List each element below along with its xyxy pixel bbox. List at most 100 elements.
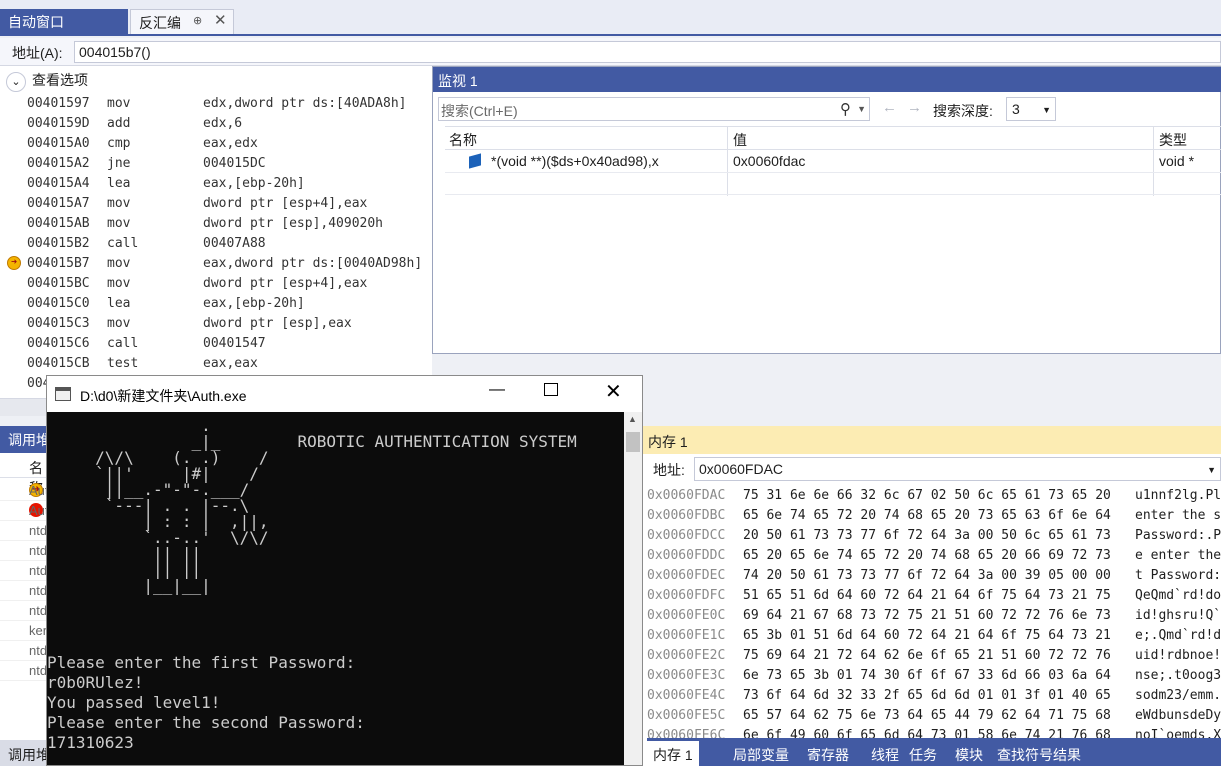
tab-disassembly-label: 反汇编 [139, 15, 181, 31]
memory-ascii: eWdbunsdeDybdquh [1135, 708, 1221, 723]
memory-row[interactable]: 0x0060FE2C 75 69 64 21 72 64 62 6e 6f 65 … [647, 646, 1221, 666]
memory-row[interactable]: 0x0060FDDC 65 20 65 6e 74 65 72 20 74 68 … [647, 546, 1221, 566]
scroll-thumb[interactable] [626, 432, 640, 452]
memory-address-input[interactable]: 0x0060FDAC ▼ [694, 457, 1221, 481]
tab-call-stack[interactable]: 调用堆栈 [0, 740, 50, 766]
column-name[interactable]: 名称 [449, 130, 477, 150]
disassembly-row[interactable]: 004015A0 cmp eax,edx [0, 134, 432, 154]
disassembly-row[interactable]: 004015C6 call 00401547 [0, 334, 432, 354]
memory-row[interactable]: 0x0060FDBC 65 6e 74 65 72 20 74 68 65 20 … [647, 506, 1221, 526]
memory-address: 0x0060FE0C [647, 608, 726, 623]
memory-row[interactable]: 0x0060FDCC 20 50 61 73 73 77 6f 72 64 3a … [647, 526, 1221, 546]
disassembly-row[interactable]: 004015C0 lea eax,[ebp-20h] [0, 294, 432, 314]
call-stack-row[interactable]: ntdll.dll [0, 521, 50, 541]
memory-hex-bytes: 73 6f 64 6d 32 33 2f 65 6d 6d 01 01 3f 0… [743, 688, 1111, 703]
disassembly-row[interactable]: 004015BC mov dword ptr [esp+4],eax [0, 274, 432, 294]
instruction-opcode: call [107, 236, 139, 251]
memory-row[interactable]: 0x0060FE5C 65 57 64 62 75 6e 73 64 65 44 … [647, 706, 1221, 726]
call-stack-row[interactable]: ntdll.dll [0, 661, 50, 681]
disassembly-row[interactable]: 004015CB test eax,eax [0, 354, 432, 374]
call-stack-row[interactable]: kernel32.dll [0, 621, 50, 641]
bottom-tab[interactable]: 寄存器 [801, 741, 855, 766]
close-button[interactable]: ✕ [605, 379, 622, 404]
chevron-down-icon[interactable]: ▼ [857, 104, 866, 114]
memory-row[interactable]: 0x0060FDEC 74 20 50 61 73 73 77 6f 72 64 … [647, 566, 1221, 586]
call-stack-row[interactable]: ntdll.dll [0, 541, 50, 561]
disassembly-row[interactable]: 004015AB mov dword ptr [esp],409020h [0, 214, 432, 234]
address-input[interactable]: 004015b7() [74, 41, 1221, 63]
watch-search-input[interactable]: 搜索(Ctrl+E) ⚲ ▼ [438, 97, 870, 121]
console-line: You passed level1! [47, 693, 221, 712]
bottom-tab[interactable]: 模块 [949, 741, 989, 766]
call-stack-row[interactable]: ntdll.dll [0, 641, 50, 661]
instruction-operands: edx,6 [203, 116, 243, 131]
watch-window: 监视 1 搜索(Ctrl+E) ⚲ ▼ ← → 搜索深度: 3 ▼ 名称 值 类… [432, 66, 1221, 354]
minimize-button[interactable]: — [489, 381, 505, 399]
call-stack-title: 调用堆栈 [0, 426, 50, 453]
memory-row[interactable]: 0x0060FE4C 73 6f 64 6d 32 33 2f 65 6d 6d … [647, 686, 1221, 706]
call-stack-row[interactable]: ntdll.dll [0, 601, 50, 621]
watch-search-placeholder: 搜索(Ctrl+E) [441, 103, 518, 119]
instruction-address: 00401597 [27, 96, 90, 111]
tab-disassembly[interactable]: 反汇编 ⊕ ✕ [130, 9, 234, 34]
memory-hex-bytes: 74 20 50 61 73 73 77 6f 72 64 3a 00 39 0… [743, 568, 1111, 583]
watch-title: 监视 1 [433, 67, 1221, 92]
column-value[interactable]: 值 [733, 130, 747, 150]
memory-row[interactable]: 0x0060FE1C 65 3b 01 51 6d 64 60 72 64 21 … [647, 626, 1221, 646]
chevron-down-icon[interactable]: ⌄ [6, 72, 26, 92]
instruction-address: 004015B7 [27, 256, 90, 271]
disassembly-row[interactable]: 004015A4 lea eax,[ebp-20h] [0, 174, 432, 194]
search-depth-select[interactable]: 3 ▼ [1006, 97, 1056, 121]
memory-row[interactable]: 0x0060FDFC 51 65 51 6d 64 60 72 64 21 64 … [647, 586, 1221, 606]
arrow-left-icon[interactable]: ← [882, 99, 897, 116]
memory-hex-bytes: 65 6e 74 65 72 20 74 68 65 20 73 65 63 6… [743, 508, 1111, 523]
console-title: D:\d0\新建文件夹\Auth.exe [80, 388, 247, 404]
bottom-tab[interactable]: 查找符号结果 [991, 741, 1087, 766]
pin-icon[interactable]: ⊕ [193, 14, 202, 27]
console-scrollbar[interactable]: ▲ [624, 412, 642, 765]
instruction-operands: eax,eax [203, 356, 258, 371]
memory-ascii: Password:.Pleas [1135, 528, 1221, 543]
bottom-tab[interactable]: 局部变量 [727, 741, 795, 766]
call-stack-row[interactable]: Auth.exe [0, 501, 50, 521]
watch-expression[interactable]: *(void **)($ds+0x40ad98),x [491, 153, 659, 169]
console-output[interactable]: . _|_ ROBOTIC AUTHENTICATION SYSTEM /\/\… [47, 412, 624, 765]
instruction-opcode: test [107, 356, 139, 371]
disassembly-row[interactable]: 004015C3 mov dword ptr [esp],eax [0, 314, 432, 334]
watch-row[interactable]: *(void **)($ds+0x40ad98),x 0x0060fdac vo… [445, 151, 1221, 173]
call-stack-row[interactable]: ➜Auth.exe [0, 481, 50, 501]
disassembly-row[interactable]: 004015B2 call 00407A88 [0, 234, 432, 254]
close-icon[interactable]: ✕ [214, 11, 227, 29]
call-stack-row[interactable]: ntdll.dll [0, 561, 50, 581]
call-stack-row[interactable]: ntdll.dll [0, 581, 50, 601]
maximize-button[interactable] [544, 383, 558, 396]
disassembly-row[interactable]: 00401597 mov edx,dword ptr ds:[40ADA8h] [0, 94, 432, 114]
watch-value[interactable]: 0x0060fdac [733, 153, 805, 169]
bottom-tab[interactable]: 任务 [903, 741, 943, 766]
disassembly-row[interactable]: ➜ 004015B7 mov eax,dword ptr ds:[0040AD98h] [0, 254, 432, 274]
disassembly-row[interactable]: 004015A2 jne 004015DC [0, 154, 432, 174]
instruction-opcode: mov [107, 196, 131, 211]
memory-row[interactable]: 0x0060FE0C 69 64 21 67 68 73 72 75 21 51 … [647, 606, 1221, 626]
view-options-toggle[interactable]: ⌄ 查看选项 [6, 70, 88, 92]
disassembly-row[interactable]: 004015A7 mov dword ptr [esp+4],eax [0, 194, 432, 214]
bottom-tab[interactable]: 线程 [865, 741, 905, 766]
instruction-operands: 004015DC [203, 156, 266, 171]
instruction-opcode: cmp [107, 136, 131, 151]
watch-type: void * [1159, 153, 1195, 169]
chevron-down-icon[interactable]: ▼ [1207, 465, 1216, 475]
tab-auto-window[interactable]: 自动窗口 [0, 9, 128, 34]
search-icon[interactable]: ⚲ [840, 100, 851, 118]
instruction-opcode: mov [107, 256, 131, 271]
memory-row[interactable]: 0x0060FDAC 75 31 6e 6e 66 32 6c 67 02 50 … [647, 486, 1221, 506]
watch-empty-row[interactable] [445, 173, 1221, 195]
bottom-tab[interactable]: 内存 1 [647, 741, 699, 766]
console-titlebar[interactable]: D:\d0\新建文件夹\Auth.exe — ✕ [47, 376, 642, 412]
instruction-opcode: jne [107, 156, 131, 171]
memory-row[interactable]: 0x0060FE3C 6e 73 65 3b 01 74 30 6f 6f 67 … [647, 666, 1221, 686]
column-type[interactable]: 类型 [1159, 130, 1187, 150]
disassembly-row[interactable]: 0040159D add edx,6 [0, 114, 432, 134]
memory-address: 0x0060FDBC [647, 508, 726, 523]
arrow-right-icon[interactable]: → [907, 99, 922, 116]
chevron-up-icon[interactable]: ▲ [628, 414, 637, 424]
